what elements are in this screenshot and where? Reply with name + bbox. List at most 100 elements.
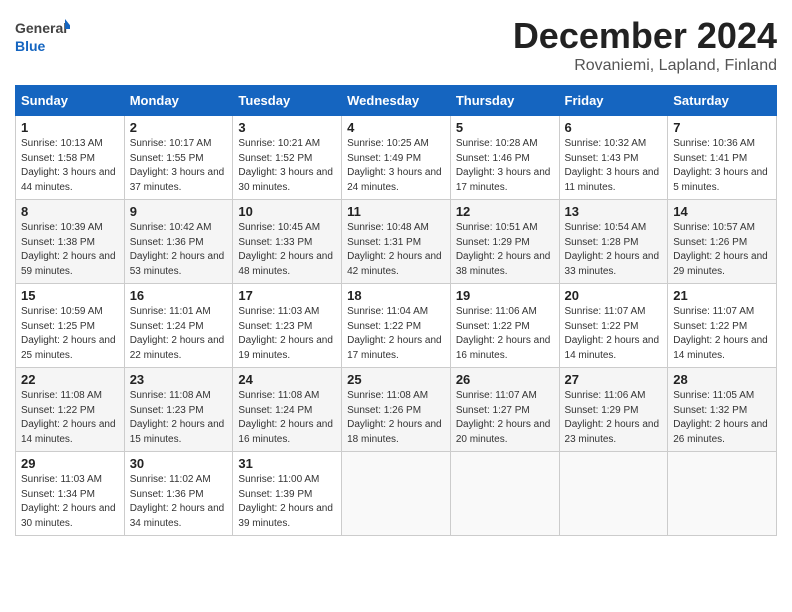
day-number: 10: [238, 204, 336, 219]
day-number: 23: [130, 372, 228, 387]
calendar-cell: 4 Sunrise: 10:25 AM Sunset: 1:49 PM Dayl…: [342, 116, 451, 200]
day-info: Sunrise: 10:51 AM Sunset: 1:29 PM Daylig…: [456, 221, 554, 279]
week-row-3: 15 Sunrise: 10:59 AM Sunset: 1:25 PM Day…: [16, 284, 777, 368]
calendar-cell: 3 Sunrise: 10:21 AM Sunset: 1:52 PM Dayl…: [233, 116, 342, 200]
day-info: Sunrise: 11:08 AM Sunset: 1:22 PM Daylig…: [21, 389, 119, 447]
day-info: Sunrise: 11:03 AM Sunset: 1:23 PM Daylig…: [238, 305, 336, 363]
day-info: Sunrise: 10:48 AM Sunset: 1:31 PM Daylig…: [347, 221, 445, 279]
day-number: 16: [130, 288, 228, 303]
calendar-cell: 7 Sunrise: 10:36 AM Sunset: 1:41 PM Dayl…: [668, 116, 777, 200]
day-number: 13: [565, 204, 663, 219]
day-number: 22: [21, 372, 119, 387]
header-cell-friday: Friday: [559, 86, 668, 116]
calendar-cell: 8 Sunrise: 10:39 AM Sunset: 1:38 PM Dayl…: [16, 200, 125, 284]
day-info: Sunrise: 10:25 AM Sunset: 1:49 PM Daylig…: [347, 137, 445, 195]
day-number: 5: [456, 120, 554, 135]
day-number: 7: [673, 120, 771, 135]
day-number: 31: [238, 456, 336, 471]
day-info: Sunrise: 10:28 AM Sunset: 1:46 PM Daylig…: [456, 137, 554, 195]
day-number: 26: [456, 372, 554, 387]
day-number: 15: [21, 288, 119, 303]
calendar-cell: 26 Sunrise: 11:07 AM Sunset: 1:27 PM Day…: [450, 368, 559, 452]
day-number: 3: [238, 120, 336, 135]
week-row-4: 22 Sunrise: 11:08 AM Sunset: 1:22 PM Day…: [16, 368, 777, 452]
calendar-cell: 6 Sunrise: 10:32 AM Sunset: 1:43 PM Dayl…: [559, 116, 668, 200]
day-number: 28: [673, 372, 771, 387]
day-info: Sunrise: 10:21 AM Sunset: 1:52 PM Daylig…: [238, 137, 336, 195]
calendar-cell: [450, 452, 559, 536]
day-number: 9: [130, 204, 228, 219]
day-info: Sunrise: 11:00 AM Sunset: 1:39 PM Daylig…: [238, 473, 336, 531]
day-number: 27: [565, 372, 663, 387]
header-cell-wednesday: Wednesday: [342, 86, 451, 116]
logo: General Blue: [15, 15, 70, 59]
header-cell-monday: Monday: [124, 86, 233, 116]
day-number: 17: [238, 288, 336, 303]
day-info: Sunrise: 11:08 AM Sunset: 1:26 PM Daylig…: [347, 389, 445, 447]
calendar-cell: 2 Sunrise: 10:17 AM Sunset: 1:55 PM Dayl…: [124, 116, 233, 200]
week-row-5: 29 Sunrise: 11:03 AM Sunset: 1:34 PM Day…: [16, 452, 777, 536]
day-number: 21: [673, 288, 771, 303]
calendar-cell: 18 Sunrise: 11:04 AM Sunset: 1:22 PM Day…: [342, 284, 451, 368]
calendar-cell: [559, 452, 668, 536]
day-info: Sunrise: 11:05 AM Sunset: 1:32 PM Daylig…: [673, 389, 771, 447]
day-info: Sunrise: 11:08 AM Sunset: 1:24 PM Daylig…: [238, 389, 336, 447]
day-info: Sunrise: 10:42 AM Sunset: 1:36 PM Daylig…: [130, 221, 228, 279]
calendar-cell: 31 Sunrise: 11:00 AM Sunset: 1:39 PM Day…: [233, 452, 342, 536]
location: Rovaniemi, Lapland, Finland: [513, 57, 777, 75]
calendar-cell: [342, 452, 451, 536]
day-info: Sunrise: 11:07 AM Sunset: 1:22 PM Daylig…: [673, 305, 771, 363]
svg-text:Blue: Blue: [15, 38, 46, 54]
calendar-cell: 19 Sunrise: 11:06 AM Sunset: 1:22 PM Day…: [450, 284, 559, 368]
calendar-cell: 13 Sunrise: 10:54 AM Sunset: 1:28 PM Day…: [559, 200, 668, 284]
calendar-table: SundayMondayTuesdayWednesdayThursdayFrid…: [15, 85, 777, 536]
calendar-cell: [668, 452, 777, 536]
day-info: Sunrise: 10:59 AM Sunset: 1:25 PM Daylig…: [21, 305, 119, 363]
day-info: Sunrise: 10:45 AM Sunset: 1:33 PM Daylig…: [238, 221, 336, 279]
day-info: Sunrise: 11:01 AM Sunset: 1:24 PM Daylig…: [130, 305, 228, 363]
day-number: 4: [347, 120, 445, 135]
day-number: 14: [673, 204, 771, 219]
calendar-cell: 21 Sunrise: 11:07 AM Sunset: 1:22 PM Day…: [668, 284, 777, 368]
calendar-cell: 20 Sunrise: 11:07 AM Sunset: 1:22 PM Day…: [559, 284, 668, 368]
day-info: Sunrise: 11:07 AM Sunset: 1:27 PM Daylig…: [456, 389, 554, 447]
header-cell-sunday: Sunday: [16, 86, 125, 116]
day-info: Sunrise: 11:06 AM Sunset: 1:29 PM Daylig…: [565, 389, 663, 447]
calendar-cell: 17 Sunrise: 11:03 AM Sunset: 1:23 PM Day…: [233, 284, 342, 368]
week-row-1: 1 Sunrise: 10:13 AM Sunset: 1:58 PM Dayl…: [16, 116, 777, 200]
calendar-cell: 23 Sunrise: 11:08 AM Sunset: 1:23 PM Day…: [124, 368, 233, 452]
day-number: 12: [456, 204, 554, 219]
calendar-cell: 12 Sunrise: 10:51 AM Sunset: 1:29 PM Day…: [450, 200, 559, 284]
month-title: December 2024: [513, 15, 777, 57]
day-info: Sunrise: 10:39 AM Sunset: 1:38 PM Daylig…: [21, 221, 119, 279]
header-cell-thursday: Thursday: [450, 86, 559, 116]
day-info: Sunrise: 10:13 AM Sunset: 1:58 PM Daylig…: [21, 137, 119, 195]
week-row-2: 8 Sunrise: 10:39 AM Sunset: 1:38 PM Dayl…: [16, 200, 777, 284]
calendar-cell: 24 Sunrise: 11:08 AM Sunset: 1:24 PM Day…: [233, 368, 342, 452]
svg-text:General: General: [15, 20, 67, 36]
title-block: December 2024 Rovaniemi, Lapland, Finlan…: [513, 15, 777, 75]
day-info: Sunrise: 10:54 AM Sunset: 1:28 PM Daylig…: [565, 221, 663, 279]
header-cell-tuesday: Tuesday: [233, 86, 342, 116]
day-number: 6: [565, 120, 663, 135]
calendar-cell: 16 Sunrise: 11:01 AM Sunset: 1:24 PM Day…: [124, 284, 233, 368]
day-info: Sunrise: 11:03 AM Sunset: 1:34 PM Daylig…: [21, 473, 119, 531]
calendar-cell: 27 Sunrise: 11:06 AM Sunset: 1:29 PM Day…: [559, 368, 668, 452]
day-number: 29: [21, 456, 119, 471]
calendar-cell: 9 Sunrise: 10:42 AM Sunset: 1:36 PM Dayl…: [124, 200, 233, 284]
calendar-cell: 15 Sunrise: 10:59 AM Sunset: 1:25 PM Day…: [16, 284, 125, 368]
day-number: 20: [565, 288, 663, 303]
day-number: 30: [130, 456, 228, 471]
day-info: Sunrise: 11:07 AM Sunset: 1:22 PM Daylig…: [565, 305, 663, 363]
day-info: Sunrise: 11:08 AM Sunset: 1:23 PM Daylig…: [130, 389, 228, 447]
calendar-cell: 29 Sunrise: 11:03 AM Sunset: 1:34 PM Day…: [16, 452, 125, 536]
day-info: Sunrise: 10:57 AM Sunset: 1:26 PM Daylig…: [673, 221, 771, 279]
calendar-cell: 1 Sunrise: 10:13 AM Sunset: 1:58 PM Dayl…: [16, 116, 125, 200]
logo-svg: General Blue: [15, 15, 70, 59]
page-header: General Blue December 2024 Rovaniemi, La…: [15, 15, 777, 75]
day-info: Sunrise: 10:17 AM Sunset: 1:55 PM Daylig…: [130, 137, 228, 195]
day-info: Sunrise: 11:06 AM Sunset: 1:22 PM Daylig…: [456, 305, 554, 363]
day-info: Sunrise: 11:04 AM Sunset: 1:22 PM Daylig…: [347, 305, 445, 363]
day-number: 8: [21, 204, 119, 219]
calendar-cell: 10 Sunrise: 10:45 AM Sunset: 1:33 PM Day…: [233, 200, 342, 284]
